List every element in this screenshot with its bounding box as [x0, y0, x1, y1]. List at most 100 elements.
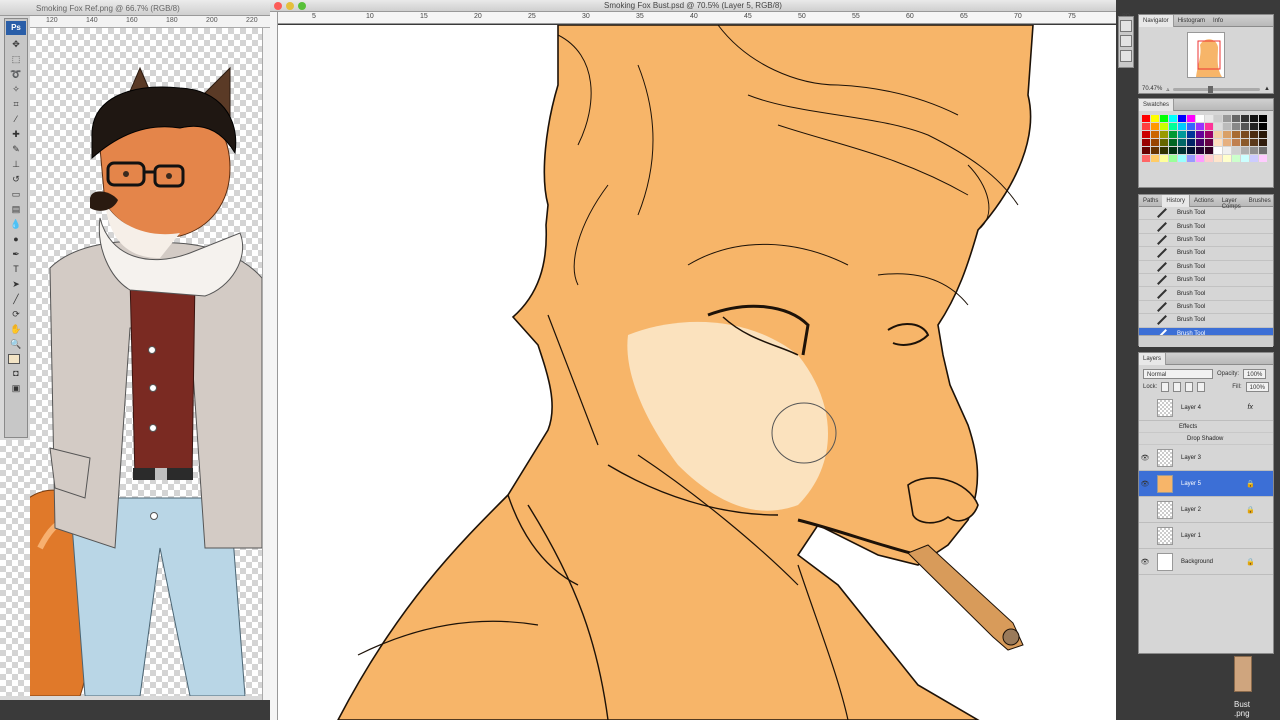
brushes-panel-icon[interactable]	[1120, 35, 1132, 47]
color-swatch[interactable]	[1205, 155, 1213, 162]
color-swatch[interactable]	[1151, 131, 1159, 138]
color-swatch[interactable]	[1178, 155, 1186, 162]
history-state[interactable]: Brush Tool	[1139, 314, 1273, 328]
color-swatch[interactable]	[1187, 147, 1195, 154]
lasso-tool-icon[interactable]: ➰	[9, 68, 23, 80]
color-swatch[interactable]	[1178, 123, 1186, 130]
history-state[interactable]: Brush Tool	[1139, 247, 1273, 261]
history-brush-tool-icon[interactable]: ↺	[9, 173, 23, 185]
color-swatch[interactable]	[1232, 155, 1240, 162]
navigator-zoom-slider-knob[interactable]	[1208, 85, 1214, 93]
color-swatch[interactable]	[1250, 147, 1258, 154]
hand-tool-icon[interactable]: ✋	[9, 323, 23, 335]
color-swatch[interactable]	[1151, 147, 1159, 154]
color-swatch[interactable]	[1241, 115, 1249, 122]
zoom-out-icon[interactable]: ▵	[1166, 86, 1169, 93]
layer-row[interactable]: Layer 2 🔒	[1139, 497, 1273, 523]
clone-source-icon[interactable]	[1120, 50, 1132, 62]
color-swatch[interactable]	[1205, 123, 1213, 130]
history-state[interactable]: Brush Tool	[1139, 327, 1273, 335]
navigator-thumbnail[interactable]	[1187, 32, 1225, 78]
color-swatch[interactable]	[1250, 155, 1258, 162]
tab-navigator[interactable]: Navigator	[1139, 15, 1174, 27]
layer-row[interactable]: 👁 Background 🔒	[1139, 549, 1273, 575]
color-swatch[interactable]	[1205, 115, 1213, 122]
history-state[interactable]: Brush Tool	[1139, 220, 1273, 234]
color-swatch[interactable]	[1151, 123, 1159, 130]
color-swatch[interactable]	[1259, 131, 1267, 138]
tab-layers[interactable]: Layers	[1139, 353, 1167, 365]
brush-tool-icon[interactable]: ✎	[9, 143, 23, 155]
3d-rotate-tool-icon[interactable]: ⟳	[9, 308, 23, 320]
healing-brush-tool-icon[interactable]: ✚	[9, 128, 23, 140]
color-swatch[interactable]	[1169, 131, 1177, 138]
color-swatch[interactable]	[1196, 147, 1204, 154]
lock-position-icon[interactable]	[1185, 381, 1194, 392]
color-swatch[interactable]	[1160, 131, 1168, 138]
color-swatch[interactable]	[1151, 115, 1159, 122]
color-swatch[interactable]	[1178, 147, 1186, 154]
color-swatch[interactable]	[1205, 139, 1213, 146]
reference-canvas[interactable]	[30, 28, 262, 696]
color-swatch[interactable]	[1241, 155, 1249, 162]
gradient-tool-icon[interactable]: ▤	[9, 203, 23, 215]
color-swatch[interactable]	[1196, 115, 1204, 122]
tab-history[interactable]: History	[1162, 195, 1191, 207]
tab-actions[interactable]: Actions	[1190, 195, 1218, 207]
quick-mask-icon[interactable]: ◘	[9, 367, 23, 379]
reference-window-title[interactable]: Smoking Fox Ref.png @ 66.7% (RGB/8)	[0, 0, 270, 16]
color-swatch[interactable]	[1169, 115, 1177, 122]
color-swatch[interactable]	[1160, 147, 1168, 154]
color-swatch[interactable]	[1196, 155, 1204, 162]
color-swatch[interactable]	[1160, 123, 1168, 130]
opacity-field[interactable]: 100%	[1243, 368, 1267, 379]
shape-tool-icon[interactable]: ╱	[9, 293, 23, 305]
color-swatch[interactable]	[1223, 147, 1231, 154]
dock-file-icon[interactable]	[1234, 656, 1252, 692]
document-canvas[interactable]	[278, 25, 1116, 720]
navigator-zoom-value[interactable]: 70.47%	[1142, 86, 1162, 92]
color-swatch[interactable]	[1169, 123, 1177, 130]
crop-tool-icon[interactable]: ⌗	[9, 98, 23, 110]
color-swatch[interactable]	[1178, 131, 1186, 138]
document-title-bar[interactable]: Smoking Fox Bust.psd @ 70.5% (Layer 5, R…	[270, 0, 1116, 12]
fill-field[interactable]: 100%	[1245, 381, 1269, 392]
color-swatch[interactable]	[1187, 139, 1195, 146]
color-swatch[interactable]	[1196, 123, 1204, 130]
drop-shadow-effect-row[interactable]: Drop Shadow	[1139, 433, 1273, 445]
eraser-tool-icon[interactable]: ▭	[9, 188, 23, 200]
color-swatch[interactable]	[1223, 115, 1231, 122]
color-swatch[interactable]	[1169, 155, 1177, 162]
zoom-in-icon[interactable]: ▲	[1264, 86, 1270, 92]
zoom-tool-icon[interactable]: 🔍	[9, 338, 23, 350]
color-swatch[interactable]	[1223, 131, 1231, 138]
layer-effects-row[interactable]: Effects	[1139, 421, 1273, 433]
color-swatch[interactable]	[1169, 139, 1177, 146]
tab-brushes[interactable]: Brushes	[1245, 195, 1275, 207]
color-swatch[interactable]	[1232, 139, 1240, 146]
color-swatch[interactable]	[1205, 131, 1213, 138]
type-tool-icon[interactable]: T	[9, 263, 23, 275]
color-swatch[interactable]	[1142, 115, 1150, 122]
color-swatch[interactable]	[1187, 123, 1195, 130]
color-swatch[interactable]	[1232, 115, 1240, 122]
color-swatch[interactable]	[1232, 147, 1240, 154]
layer-row[interactable]: 👁 Layer 3	[1139, 445, 1273, 471]
history-state[interactable]: Brush Tool	[1139, 261, 1273, 274]
pen-tool-icon[interactable]: ✒	[9, 248, 23, 260]
color-swatch[interactable]	[1214, 139, 1222, 146]
history-state[interactable]: Brush Tool	[1139, 234, 1273, 248]
color-swatch[interactable]	[1223, 123, 1231, 130]
color-swatch[interactable]	[1250, 139, 1258, 146]
marquee-tool-icon[interactable]: ⬚	[9, 53, 23, 65]
color-swatch[interactable]	[1142, 131, 1150, 138]
color-swatch[interactable]	[1232, 123, 1240, 130]
history-state[interactable]: Brush Tool	[1139, 207, 1273, 221]
color-swatch[interactable]	[1259, 155, 1267, 162]
navigator-zoom-slider[interactable]	[1173, 85, 1261, 93]
color-swatch[interactable]	[1214, 147, 1222, 154]
minimize-window-button[interactable]	[286, 2, 294, 10]
color-swatch[interactable]	[1241, 147, 1249, 154]
color-swatch[interactable]	[1205, 147, 1213, 154]
screen-mode-icon[interactable]: ▣	[9, 382, 23, 394]
